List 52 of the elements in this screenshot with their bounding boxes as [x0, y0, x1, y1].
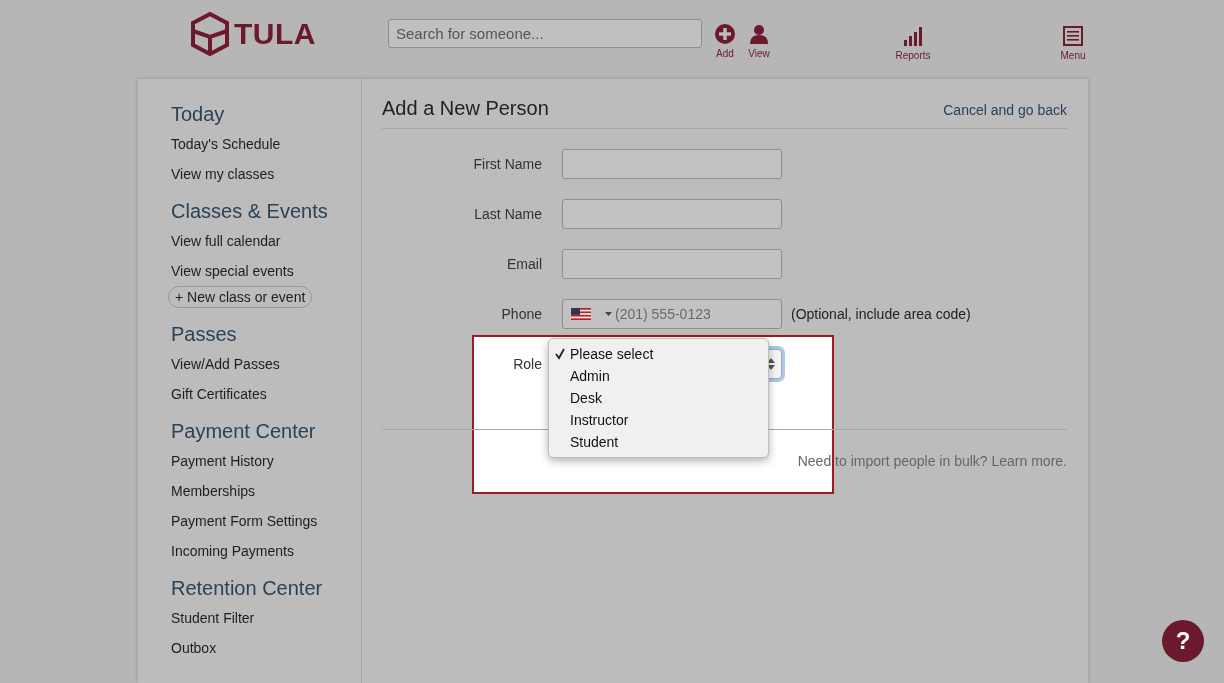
field-label: Email	[506, 256, 542, 272]
field-label: First Name	[472, 156, 542, 172]
sidebar-link[interactable]: Payment History	[171, 446, 361, 476]
dropdown-option[interactable]: Desk	[549, 387, 768, 409]
flag-icon	[571, 308, 591, 320]
updown-arrow-icon	[767, 358, 775, 370]
sidebar-link[interactable]: Student Filter	[171, 603, 361, 633]
section-heading: Today	[171, 102, 226, 127]
dropdown-option[interactable]: Instructor	[549, 409, 768, 431]
sidebar-link[interactable]: Outbox	[171, 633, 361, 663]
page-title: Add a New Person	[382, 97, 549, 120]
sidebar-link[interactable]: View/Add Passes	[171, 349, 361, 379]
section-heading: Payment Center	[171, 419, 317, 444]
nav-bar-chart-button[interactable]: Reports	[893, 26, 933, 61]
menu-icon	[1063, 26, 1083, 46]
field-label: Role	[512, 356, 542, 372]
sidebar-link[interactable]: Memberships	[171, 476, 361, 506]
import-note: Need to import people in bulk? Learn more.	[796, 453, 1067, 469]
sidebar-link[interactable]: View special events	[171, 256, 361, 286]
bar-chart-icon	[903, 26, 923, 46]
logo-text: TULA	[234, 17, 316, 51]
hint-text: (Optional, include area code)	[791, 306, 971, 322]
nav-menu-button[interactable]: Menu	[1053, 26, 1093, 61]
sidebar-link[interactable]: View my classes	[171, 159, 361, 189]
field-label: Last Name	[473, 206, 542, 222]
help-button[interactable]: ?	[1162, 620, 1204, 662]
dropdown-option[interactable]: Admin	[549, 365, 768, 387]
section-heading: Classes & Events	[171, 199, 329, 224]
sidebar-link[interactable]: Gift Certificates	[171, 379, 361, 409]
plus-icon	[715, 24, 735, 44]
sidebar-link[interactable]: Payment Form Settings	[171, 506, 361, 536]
section-heading: Retention Center	[171, 576, 324, 601]
caret-icon	[605, 312, 612, 316]
country-picker[interactable]	[571, 308, 612, 320]
dropdown-option[interactable]: Please select	[549, 343, 768, 365]
text-field[interactable]	[562, 149, 782, 179]
cancel-link[interactable]: Cancel and go back	[943, 102, 1067, 118]
text-field[interactable]	[562, 199, 782, 229]
search-field[interactable]: Search for someone...	[388, 19, 702, 48]
sidebar-link[interactable]: Today's Schedule	[171, 129, 361, 159]
nav-person-button[interactable]: View	[747, 24, 771, 59]
sidebar-link[interactable]: Incoming Payments	[171, 536, 361, 566]
nav-plus-button[interactable]: Add	[713, 24, 737, 59]
logo-icon	[190, 12, 230, 56]
field-label: Phone	[500, 306, 542, 322]
phone-number-input[interactable]: (201) 555-0123	[612, 305, 767, 323]
section-heading: Passes	[171, 322, 238, 347]
phone-field[interactable]: (201) 555-0123	[562, 299, 782, 329]
dropdown-option[interactable]: Student	[549, 431, 768, 453]
person-icon	[749, 24, 769, 44]
sidebar-link[interactable]: View full calendar	[171, 226, 361, 256]
text-field[interactable]	[562, 249, 782, 279]
